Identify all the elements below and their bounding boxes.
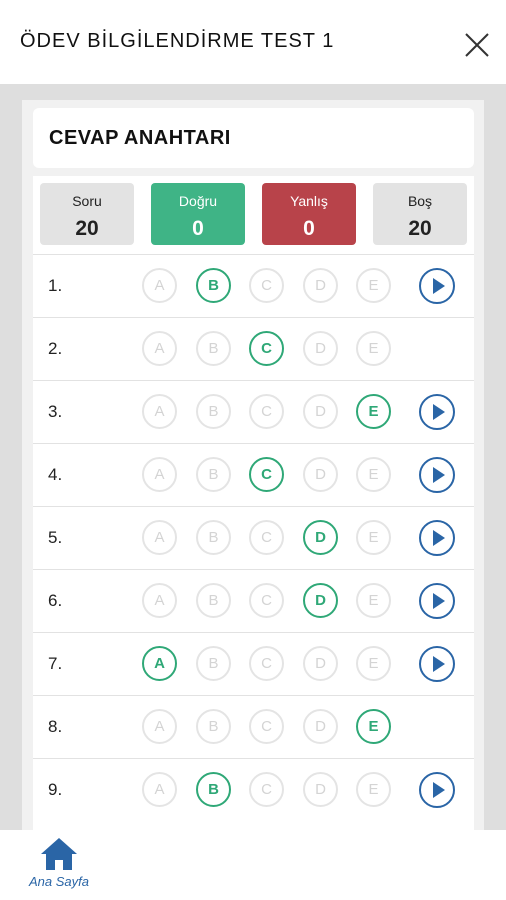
play-icon[interactable] <box>418 582 456 620</box>
answer-key-title: CEVAP ANAHTARI <box>49 127 231 149</box>
video-solution-button[interactable] <box>418 456 456 494</box>
option-a: A <box>142 268 177 303</box>
stat-value: 0 <box>303 217 315 240</box>
answer-list[interactable]: Soru 20 Doğru 0 Yanlış 0 Boş 20 1. A B C D E 2… <box>33 176 474 830</box>
option-a-correct: A <box>142 646 177 681</box>
question-number: 9. <box>48 780 63 799</box>
question-row: 9. A B C D E <box>33 758 474 822</box>
option-d: D <box>303 268 338 303</box>
close-icon[interactable] <box>458 26 496 64</box>
option-e: E <box>356 331 391 366</box>
page-title: ÖDEV BİLGİLENDİRME TEST 1 <box>20 30 335 52</box>
stat-value: 0 <box>192 217 204 240</box>
question-row: 1. A B C D E <box>33 254 474 318</box>
play-icon[interactable] <box>418 645 456 683</box>
question-number: 1. <box>48 276 63 295</box>
question-number: 3. <box>48 402 63 421</box>
bottom-nav: Ana Sayfa <box>0 830 506 900</box>
option-d: D <box>303 394 338 429</box>
option-c: C <box>249 709 284 744</box>
question-number: 4. <box>48 465 63 484</box>
play-icon[interactable] <box>418 771 456 809</box>
question-row: 8. A B C D E <box>33 695 474 759</box>
option-b: B <box>196 457 231 492</box>
video-solution-button[interactable] <box>418 519 456 557</box>
option-a: A <box>142 457 177 492</box>
option-b: B <box>196 520 231 555</box>
option-c: C <box>249 520 284 555</box>
question-number: 5. <box>48 528 63 547</box>
option-d: D <box>303 457 338 492</box>
stat-value: 20 <box>75 217 99 240</box>
option-d: D <box>303 709 338 744</box>
question-row: 3. A B C D E <box>33 380 474 444</box>
play-icon[interactable] <box>418 456 456 494</box>
question-number: 7. <box>48 654 63 673</box>
option-e: E <box>356 646 391 681</box>
option-c-correct: C <box>249 331 284 366</box>
option-b: B <box>196 709 231 744</box>
question-row: 7. A B C D E <box>33 632 474 696</box>
stat-wrong: Yanlış 0 <box>262 183 356 245</box>
stat-value: 20 <box>408 217 432 240</box>
option-a: A <box>142 772 177 807</box>
option-d: D <box>303 646 338 681</box>
option-e-correct: E <box>356 709 391 744</box>
stat-label: Soru <box>72 193 102 209</box>
play-icon[interactable] <box>418 393 456 431</box>
stat-empty: Boş 20 <box>373 183 467 245</box>
option-b: B <box>196 331 231 366</box>
home-label[interactable]: Ana Sayfa <box>18 874 100 889</box>
question-row: 4. A B C D E <box>33 443 474 507</box>
video-solution-button[interactable] <box>418 771 456 809</box>
question-number: 6. <box>48 591 63 610</box>
video-solution-button[interactable] <box>418 267 456 305</box>
home-icon[interactable] <box>39 836 79 872</box>
stat-label: Boş <box>407 193 433 209</box>
option-d: D <box>303 772 338 807</box>
option-e: E <box>356 583 391 618</box>
option-d: D <box>303 331 338 366</box>
stat-correct: Doğru 0 <box>151 183 245 245</box>
option-c-correct: C <box>249 457 284 492</box>
question-number: 8. <box>48 717 63 736</box>
option-b: B <box>196 646 231 681</box>
option-b: B <box>196 394 231 429</box>
option-c: C <box>249 583 284 618</box>
question-row: 6. A B C D E <box>33 569 474 633</box>
option-a: A <box>142 331 177 366</box>
option-b: B <box>196 583 231 618</box>
option-e: E <box>356 268 391 303</box>
option-a: A <box>142 583 177 618</box>
video-solution-button[interactable] <box>418 393 456 431</box>
option-c: C <box>249 772 284 807</box>
option-d-correct: D <box>303 583 338 618</box>
option-c: C <box>249 646 284 681</box>
option-d-correct: D <box>303 520 338 555</box>
option-e: E <box>356 457 391 492</box>
video-solution-button[interactable] <box>418 645 456 683</box>
close-button[interactable] <box>458 26 496 64</box>
question-number: 2. <box>48 339 63 358</box>
option-b-correct: B <box>196 772 231 807</box>
question-row: 5. A B C D E <box>33 506 474 570</box>
play-icon[interactable] <box>418 267 456 305</box>
option-e: E <box>356 520 391 555</box>
answer-key-card: CEVAP ANAHTARI <box>33 108 474 168</box>
option-e: E <box>356 772 391 807</box>
option-a: A <box>142 520 177 555</box>
video-solution-button[interactable] <box>418 582 456 620</box>
option-b-correct: B <box>196 268 231 303</box>
question-row: 2. A B C D E <box>33 317 474 381</box>
stat-label: Yanlış <box>290 193 328 209</box>
option-c: C <box>249 394 284 429</box>
stat-total-questions: Soru 20 <box>40 183 134 245</box>
stat-label: Doğru <box>178 193 218 209</box>
option-c: C <box>249 268 284 303</box>
play-icon[interactable] <box>418 519 456 557</box>
option-e-correct: E <box>356 394 391 429</box>
top-bar: ÖDEV BİLGİLENDİRME TEST 1 <box>0 0 506 84</box>
option-a: A <box>142 394 177 429</box>
option-a: A <box>142 709 177 744</box>
